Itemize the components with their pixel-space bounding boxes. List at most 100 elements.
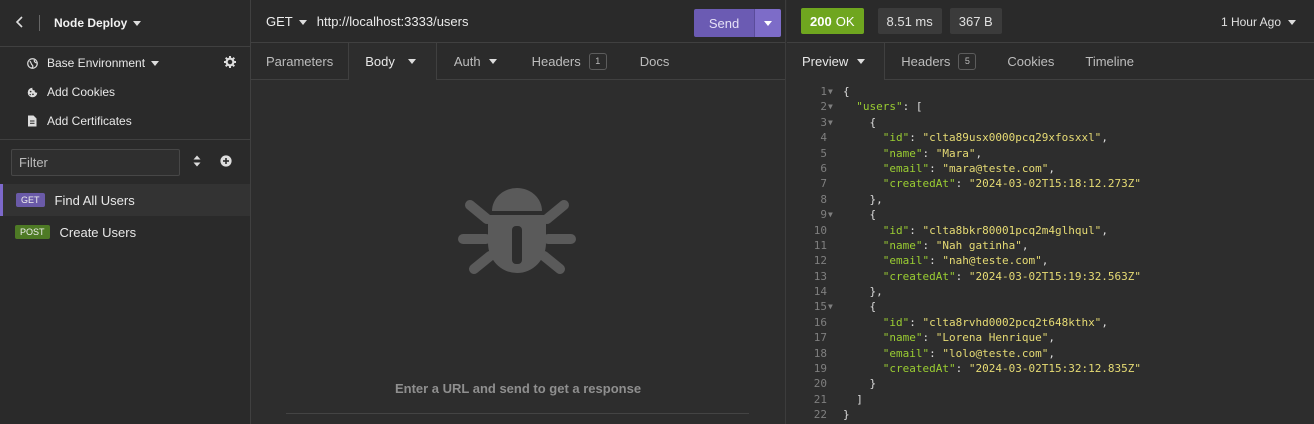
sort-icon[interactable] — [193, 155, 201, 170]
chevron-down-icon — [151, 60, 160, 66]
gear-icon[interactable] — [224, 56, 236, 71]
code-line: 21 ] — [787, 392, 1314, 407]
line-number: 16 — [813, 315, 827, 329]
response-body-viewer[interactable]: 1 ▼{2 ▼ "users": [3 ▼ {4 "id": "clta89usx00… — [787, 84, 1314, 423]
line-number: 17 — [813, 331, 827, 345]
line-number: 22 — [813, 408, 827, 422]
code-line: 11 "name": "Nah gatinha", — [787, 238, 1314, 253]
line-number: 4 — [820, 131, 827, 145]
add-request-icon[interactable] — [220, 155, 232, 170]
method-badge: POST — [15, 225, 50, 239]
code-line: 22} — [787, 407, 1314, 422]
tab-auth[interactable]: Auth — [437, 43, 515, 79]
code-text: "email": "lolo@teste.com", — [882, 346, 1055, 360]
chevron-left-icon[interactable] — [15, 15, 29, 32]
send-options-button[interactable] — [754, 9, 781, 37]
status-code: 200 — [810, 13, 832, 29]
fold-toggle-icon[interactable]: ▼ — [828, 207, 833, 222]
line-number: 8 — [820, 192, 827, 206]
headers-count-badge: 5 — [958, 52, 977, 70]
code-line: 20 } — [787, 376, 1314, 391]
line-number: 20 — [813, 377, 827, 391]
code-text: "createdAt": "2024-03-02T15:18:12.273Z" — [882, 177, 1142, 191]
divider — [286, 413, 749, 414]
code-line: 13 "createdAt": "2024-03-02T15:19:32.563… — [787, 269, 1314, 284]
environment-label: Base Environment — [47, 56, 146, 70]
history-label: 1 Hour Ago — [1220, 15, 1281, 29]
response-time: 8.51 ms — [877, 8, 942, 34]
request-item-create-users[interactable]: POST Create Users — [0, 216, 250, 248]
code-text: "users": [ — [856, 100, 923, 114]
sidebar: Node Deploy Base Environment Add Cookies… — [0, 0, 251, 424]
line-number: 5 — [820, 146, 827, 160]
fold-toggle-icon[interactable]: ▼ — [828, 84, 833, 99]
line-number: 14 — [813, 285, 827, 299]
fold-toggle-icon[interactable]: ▼ — [828, 299, 833, 314]
fold-toggle-icon[interactable]: ▼ — [828, 115, 833, 130]
tab-label: Auth — [453, 53, 481, 69]
code-line: 1 ▼ { — [787, 84, 1314, 99]
code-text: "id": "clta8rvhd0002pcq2t648kthx", — [882, 315, 1108, 329]
tab-response-headers[interactable]: Headers 5 — [885, 43, 992, 79]
code-line: 9 ▼ { — [787, 207, 1314, 222]
chevron-down-icon[interactable] — [133, 20, 142, 26]
code-text: "name": "Nah gatinha", — [882, 238, 1029, 252]
add-certificates-button[interactable]: Add Certificates — [26, 114, 132, 128]
filter-input[interactable]: Filter — [11, 149, 180, 176]
code-line: 5 "name": "Mara", — [787, 146, 1314, 161]
fold-toggle-icon[interactable]: ▼ — [828, 99, 833, 114]
method-selector[interactable]: GET — [266, 14, 307, 29]
add-cookies-button[interactable]: Add Cookies — [26, 85, 115, 99]
line-number: 19 — [813, 362, 827, 376]
tab-cookies[interactable]: Cookies — [992, 43, 1069, 79]
line-number: 18 — [813, 346, 827, 360]
tab-label: Timeline — [1085, 53, 1135, 69]
line-number: 12 — [813, 254, 827, 268]
globe-icon — [26, 57, 38, 69]
send-button[interactable]: Send — [694, 9, 754, 37]
method-badge: GET — [16, 193, 45, 207]
request-tabs: Parameters Body Auth Headers 1 Docs — [251, 43, 785, 80]
line-number: 21 — [813, 392, 827, 406]
code-line: 12 "email": "nah@teste.com", — [787, 253, 1314, 268]
tab-parameters[interactable]: Parameters — [251, 43, 348, 79]
add-certificates-label: Add Certificates — [47, 114, 132, 128]
tab-label: Body — [365, 54, 395, 69]
tab-docs[interactable]: Docs — [624, 43, 684, 79]
history-dropdown[interactable]: 1 Hour Ago — [1221, 15, 1296, 29]
code-line: 4 "id": "clta89usx0000pcq29xfosxxl", — [787, 130, 1314, 145]
code-line: 2 ▼ "users": [ — [787, 99, 1314, 114]
tab-headers[interactable]: Headers 1 — [515, 43, 624, 79]
code-text: }, — [843, 192, 883, 206]
workspace-name[interactable]: Node Deploy — [54, 16, 127, 30]
method-label: GET — [266, 13, 293, 29]
environment-selector[interactable]: Base Environment — [26, 56, 160, 70]
headers-count-badge: 1 — [588, 52, 607, 70]
tab-body[interactable]: Body — [348, 43, 437, 80]
code-text: { — [843, 300, 877, 314]
response-status-bar: 200 OK 8.51 ms 367 B 1 Hour Ago — [787, 0, 1314, 43]
tab-label: Headers — [531, 53, 581, 69]
url-bar: GET http://localhost:3333/users Send — [251, 0, 785, 43]
code-text: { — [843, 85, 850, 98]
request-item-find-all-users[interactable]: GET Find All Users — [0, 184, 250, 216]
code-line: 14 }, — [787, 284, 1314, 299]
line-number: 13 — [813, 269, 827, 283]
url-input[interactable]: http://localhost:3333/users — [317, 14, 469, 29]
tab-preview[interactable]: Preview — [787, 43, 886, 80]
request-name: Create Users — [59, 224, 137, 240]
line-number: 15 — [813, 300, 827, 314]
status-badge: 200 OK — [801, 8, 864, 34]
line-number: 2 — [820, 100, 827, 114]
code-text: { — [843, 115, 877, 129]
chevron-down-icon — [1288, 19, 1296, 25]
line-number: 1 — [820, 85, 827, 98]
code-text: "name": "Mara", — [882, 146, 983, 160]
code-text: "email": "mara@teste.com", — [882, 161, 1055, 175]
tab-timeline[interactable]: Timeline — [1069, 43, 1149, 79]
code-text: ] — [843, 392, 863, 406]
tab-label: Parameters — [266, 53, 334, 69]
tab-label: Docs — [639, 53, 670, 69]
code-text: { — [843, 208, 877, 222]
code-text: "email": "nah@teste.com", — [882, 254, 1049, 268]
